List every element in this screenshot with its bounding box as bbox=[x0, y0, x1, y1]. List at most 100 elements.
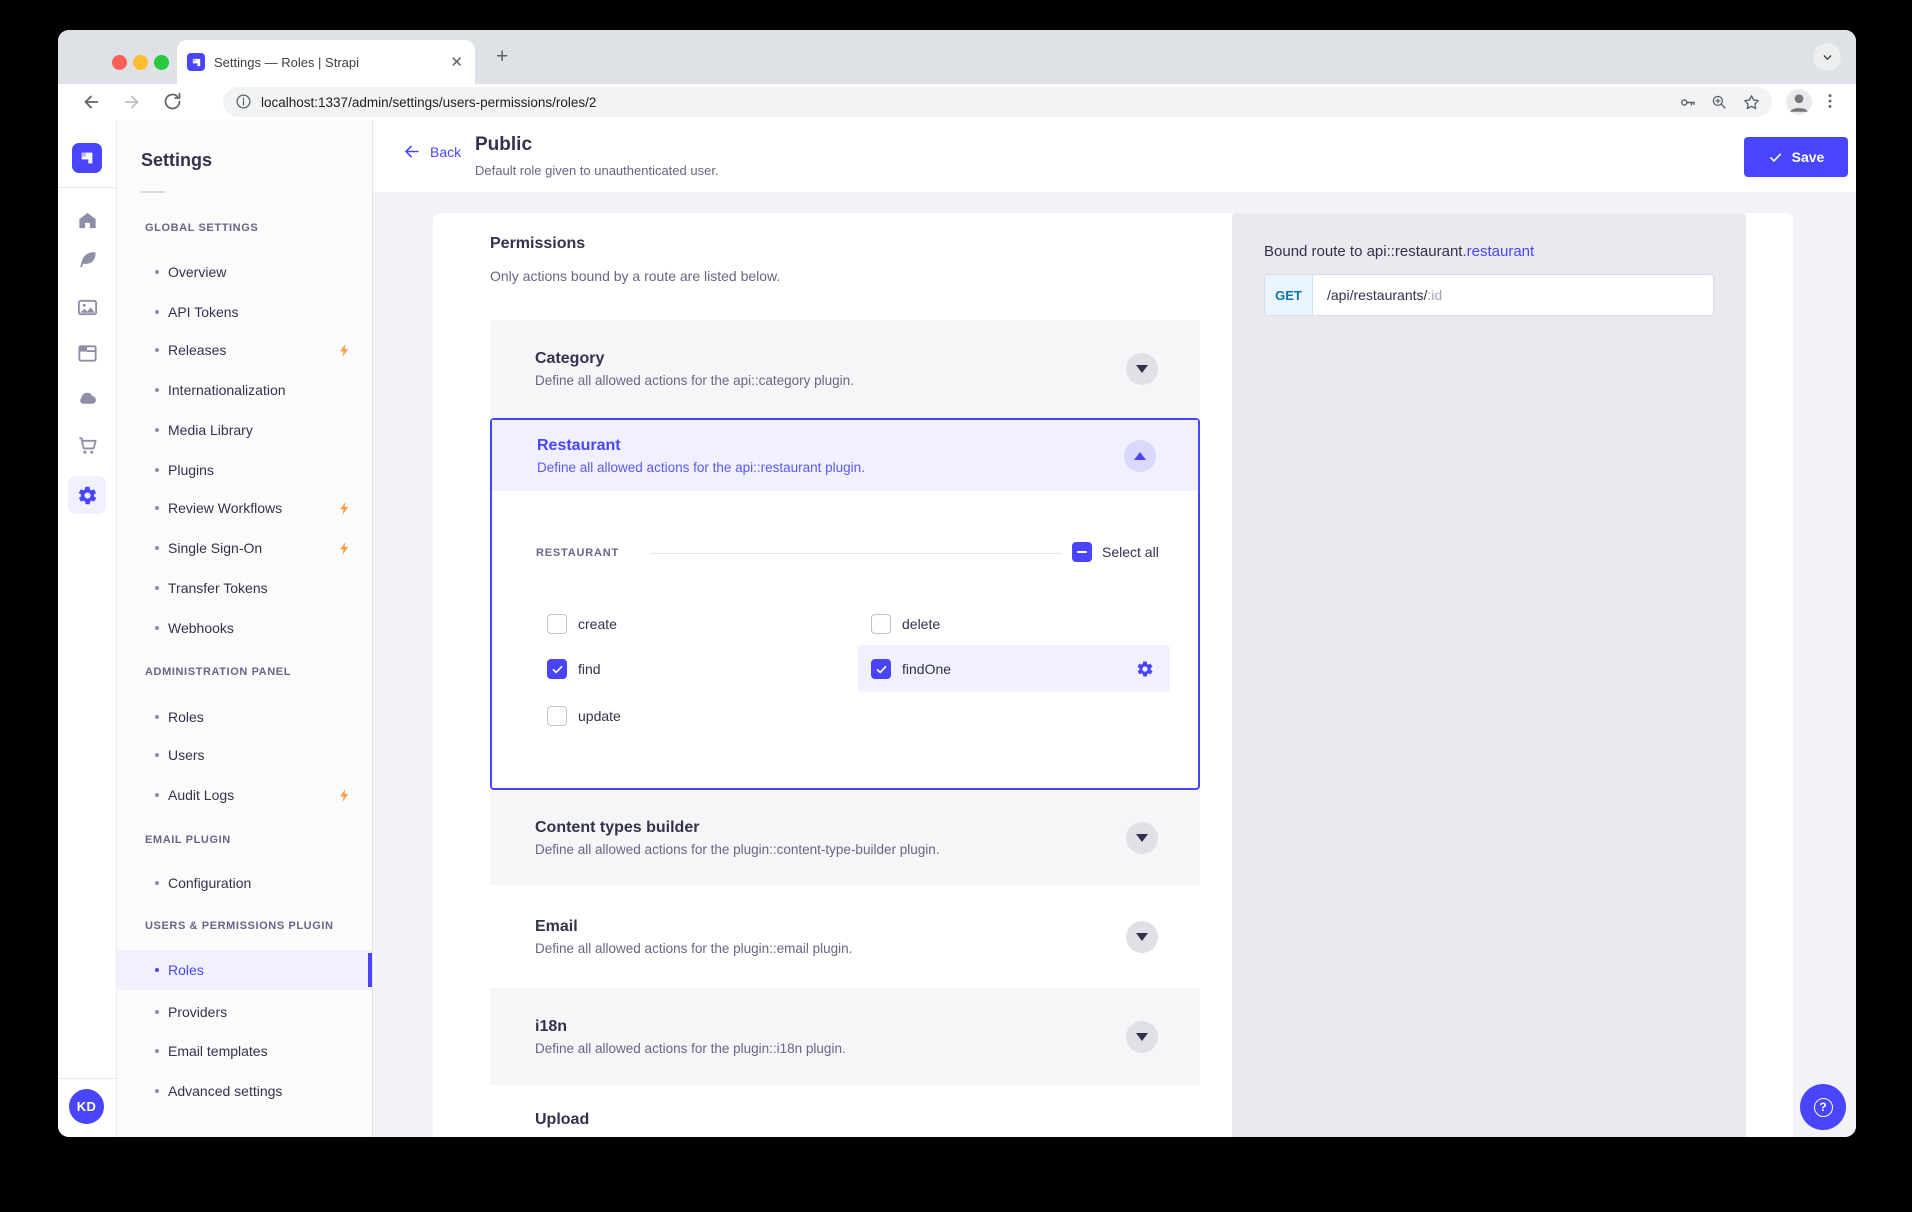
select-all-control[interactable]: Select all bbox=[1072, 542, 1159, 562]
sidebar-item-admin-users[interactable]: Users bbox=[117, 742, 372, 768]
fullscreen-window-button[interactable] bbox=[154, 55, 169, 70]
strapi-favicon-icon bbox=[187, 53, 205, 71]
browser-tab[interactable]: Settings — Roles | Strapi ✕ bbox=[177, 40, 475, 84]
expand-chevron-icon[interactable] bbox=[1126, 822, 1158, 854]
bullet-icon bbox=[155, 715, 159, 719]
sidebar-item-plugins[interactable]: Plugins bbox=[117, 457, 372, 483]
tab-strip: Settings — Roles | Strapi ✕ + bbox=[58, 30, 1856, 84]
content-manager-feather-icon[interactable] bbox=[76, 249, 99, 272]
lightning-bolt-icon bbox=[337, 343, 352, 358]
indeterminate-icon bbox=[1077, 551, 1087, 553]
create-checkbox[interactable] bbox=[547, 614, 567, 634]
back-link[interactable]: Back bbox=[402, 142, 461, 161]
collapse-chevron-icon[interactable] bbox=[1124, 440, 1156, 472]
minimize-window-button[interactable] bbox=[133, 55, 148, 70]
content-type-builder-icon[interactable] bbox=[76, 342, 99, 365]
help-button[interactable]: ? bbox=[1800, 1084, 1846, 1130]
sidebar-item-configuration[interactable]: Configuration bbox=[117, 870, 372, 896]
question-mark-icon: ? bbox=[1814, 1098, 1833, 1117]
action-find-one[interactable]: findOne bbox=[871, 659, 951, 679]
close-window-button[interactable] bbox=[112, 55, 127, 70]
section-global-settings: GLOBAL SETTINGS bbox=[145, 222, 258, 234]
zoom-page-icon[interactable] bbox=[1710, 93, 1728, 111]
sidebar-item-releases[interactable]: Releases bbox=[117, 337, 372, 363]
marketplace-cart-icon[interactable] bbox=[76, 434, 99, 457]
sidebar-item-advanced-settings[interactable]: Advanced settings bbox=[117, 1078, 372, 1104]
site-info-icon[interactable] bbox=[235, 93, 253, 111]
expand-chevron-icon[interactable] bbox=[1126, 921, 1158, 953]
group-divider bbox=[650, 553, 1062, 554]
sidebar-item-webhooks[interactable]: Webhooks bbox=[117, 615, 372, 641]
sidebar-item-providers[interactable]: Providers bbox=[117, 999, 372, 1025]
bullet-icon bbox=[155, 506, 159, 510]
bullet-icon bbox=[155, 310, 159, 314]
sidebar-item-admin-roles[interactable]: Roles bbox=[117, 704, 372, 730]
bullet-icon bbox=[155, 468, 159, 472]
sidebar-item-media-library[interactable]: Media Library bbox=[117, 417, 372, 443]
sidebar-item-api-tokens[interactable]: API Tokens bbox=[117, 299, 372, 325]
action-find[interactable]: find bbox=[547, 659, 601, 679]
sidebar-item-audit-logs[interactable]: Audit Logs bbox=[117, 782, 372, 808]
url-text[interactable]: localhost:1337/admin/settings/users-perm… bbox=[261, 95, 1664, 110]
panel-category[interactable]: Category Define all allowed actions for … bbox=[490, 320, 1200, 418]
select-all-checkbox[interactable] bbox=[1072, 542, 1092, 562]
panel-content-types-builder[interactable]: Content types builder Define all allowed… bbox=[490, 790, 1200, 885]
panel-title: Category bbox=[535, 350, 1200, 368]
bullet-icon bbox=[155, 586, 159, 590]
section-email-plugin: EMAIL PLUGIN bbox=[145, 834, 231, 846]
delete-checkbox[interactable] bbox=[871, 614, 891, 634]
permissions-card: Permissions Only actions bound by a rout… bbox=[433, 213, 1793, 1137]
action-create[interactable]: create bbox=[547, 614, 617, 634]
route-field: GET /api/restaurants/:id bbox=[1264, 274, 1714, 316]
bound-route-panel: Bound route to api::restaurant.restauran… bbox=[1232, 213, 1746, 1137]
browser-back-icon[interactable] bbox=[80, 91, 102, 113]
find-one-settings-cog-icon[interactable] bbox=[1136, 660, 1154, 678]
route-path: /api/restaurants/:id bbox=[1313, 275, 1442, 315]
browser-window: Settings — Roles | Strapi ✕ + localhost:… bbox=[58, 30, 1856, 1137]
panel-description: Define all allowed actions for the api::… bbox=[535, 373, 1200, 388]
http-method-badge: GET bbox=[1265, 275, 1313, 315]
tab-list-chevron-icon[interactable] bbox=[1813, 43, 1841, 71]
strapi-logo-icon[interactable] bbox=[72, 143, 102, 173]
sidebar-item-email-templates[interactable]: Email templates bbox=[117, 1038, 372, 1064]
app-icon-rail: KD bbox=[58, 120, 117, 1137]
sidebar-item-transfer-tokens[interactable]: Transfer Tokens bbox=[117, 575, 372, 601]
panel-email[interactable]: Email Define all allowed actions for the… bbox=[490, 885, 1200, 988]
settings-gear-icon[interactable] bbox=[68, 476, 106, 514]
browser-menu-icon[interactable] bbox=[1820, 91, 1842, 113]
sidebar-item-up-roles[interactable]: Roles bbox=[117, 950, 372, 990]
panel-restaurant-header[interactable]: Restaurant Define all allowed actions fo… bbox=[492, 420, 1198, 491]
section-administration-panel: ADMINISTRATION PANEL bbox=[145, 666, 291, 678]
sidebar-item-review-workflows[interactable]: Review Workflows bbox=[117, 495, 372, 521]
action-delete[interactable]: delete bbox=[871, 614, 940, 634]
media-library-icon[interactable] bbox=[76, 296, 99, 319]
new-tab-button[interactable]: + bbox=[496, 46, 508, 68]
sidebar-item-internationalization[interactable]: Internationalization bbox=[117, 377, 372, 403]
cloud-icon[interactable] bbox=[76, 386, 99, 409]
expand-chevron-icon[interactable] bbox=[1126, 353, 1158, 385]
sidebar-item-single-sign-on[interactable]: Single Sign-On bbox=[117, 535, 372, 561]
find-one-checkbox[interactable] bbox=[871, 659, 891, 679]
expand-chevron-icon[interactable] bbox=[1126, 1021, 1158, 1053]
panel-title: Upload bbox=[535, 1111, 1200, 1129]
find-checkbox[interactable] bbox=[547, 659, 567, 679]
panel-upload[interactable]: Upload bbox=[490, 1085, 1200, 1137]
update-checkbox[interactable] bbox=[547, 706, 567, 726]
home-icon[interactable] bbox=[76, 209, 99, 232]
url-bar[interactable]: localhost:1337/admin/settings/users-perm… bbox=[223, 87, 1772, 117]
bookmark-star-icon[interactable] bbox=[1742, 93, 1760, 111]
user-avatar[interactable]: KD bbox=[69, 1089, 104, 1124]
action-update[interactable]: update bbox=[547, 706, 621, 726]
browser-forward-icon[interactable] bbox=[121, 91, 143, 113]
browser-profile-icon[interactable] bbox=[1786, 89, 1812, 115]
password-key-icon[interactable] bbox=[1678, 93, 1696, 111]
bullet-icon bbox=[155, 793, 159, 797]
sidebar-item-overview[interactable]: Overview bbox=[117, 259, 372, 285]
browser-reload-icon[interactable] bbox=[162, 91, 184, 113]
panel-title: Restaurant bbox=[537, 437, 1198, 455]
tab-close-icon[interactable]: ✕ bbox=[450, 53, 463, 71]
lightning-bolt-icon bbox=[337, 541, 352, 556]
panel-description: Define all allowed actions for the plugi… bbox=[535, 941, 1200, 956]
save-button[interactable]: Save bbox=[1744, 137, 1848, 177]
panel-i18n[interactable]: i18n Define all allowed actions for the … bbox=[490, 988, 1200, 1085]
